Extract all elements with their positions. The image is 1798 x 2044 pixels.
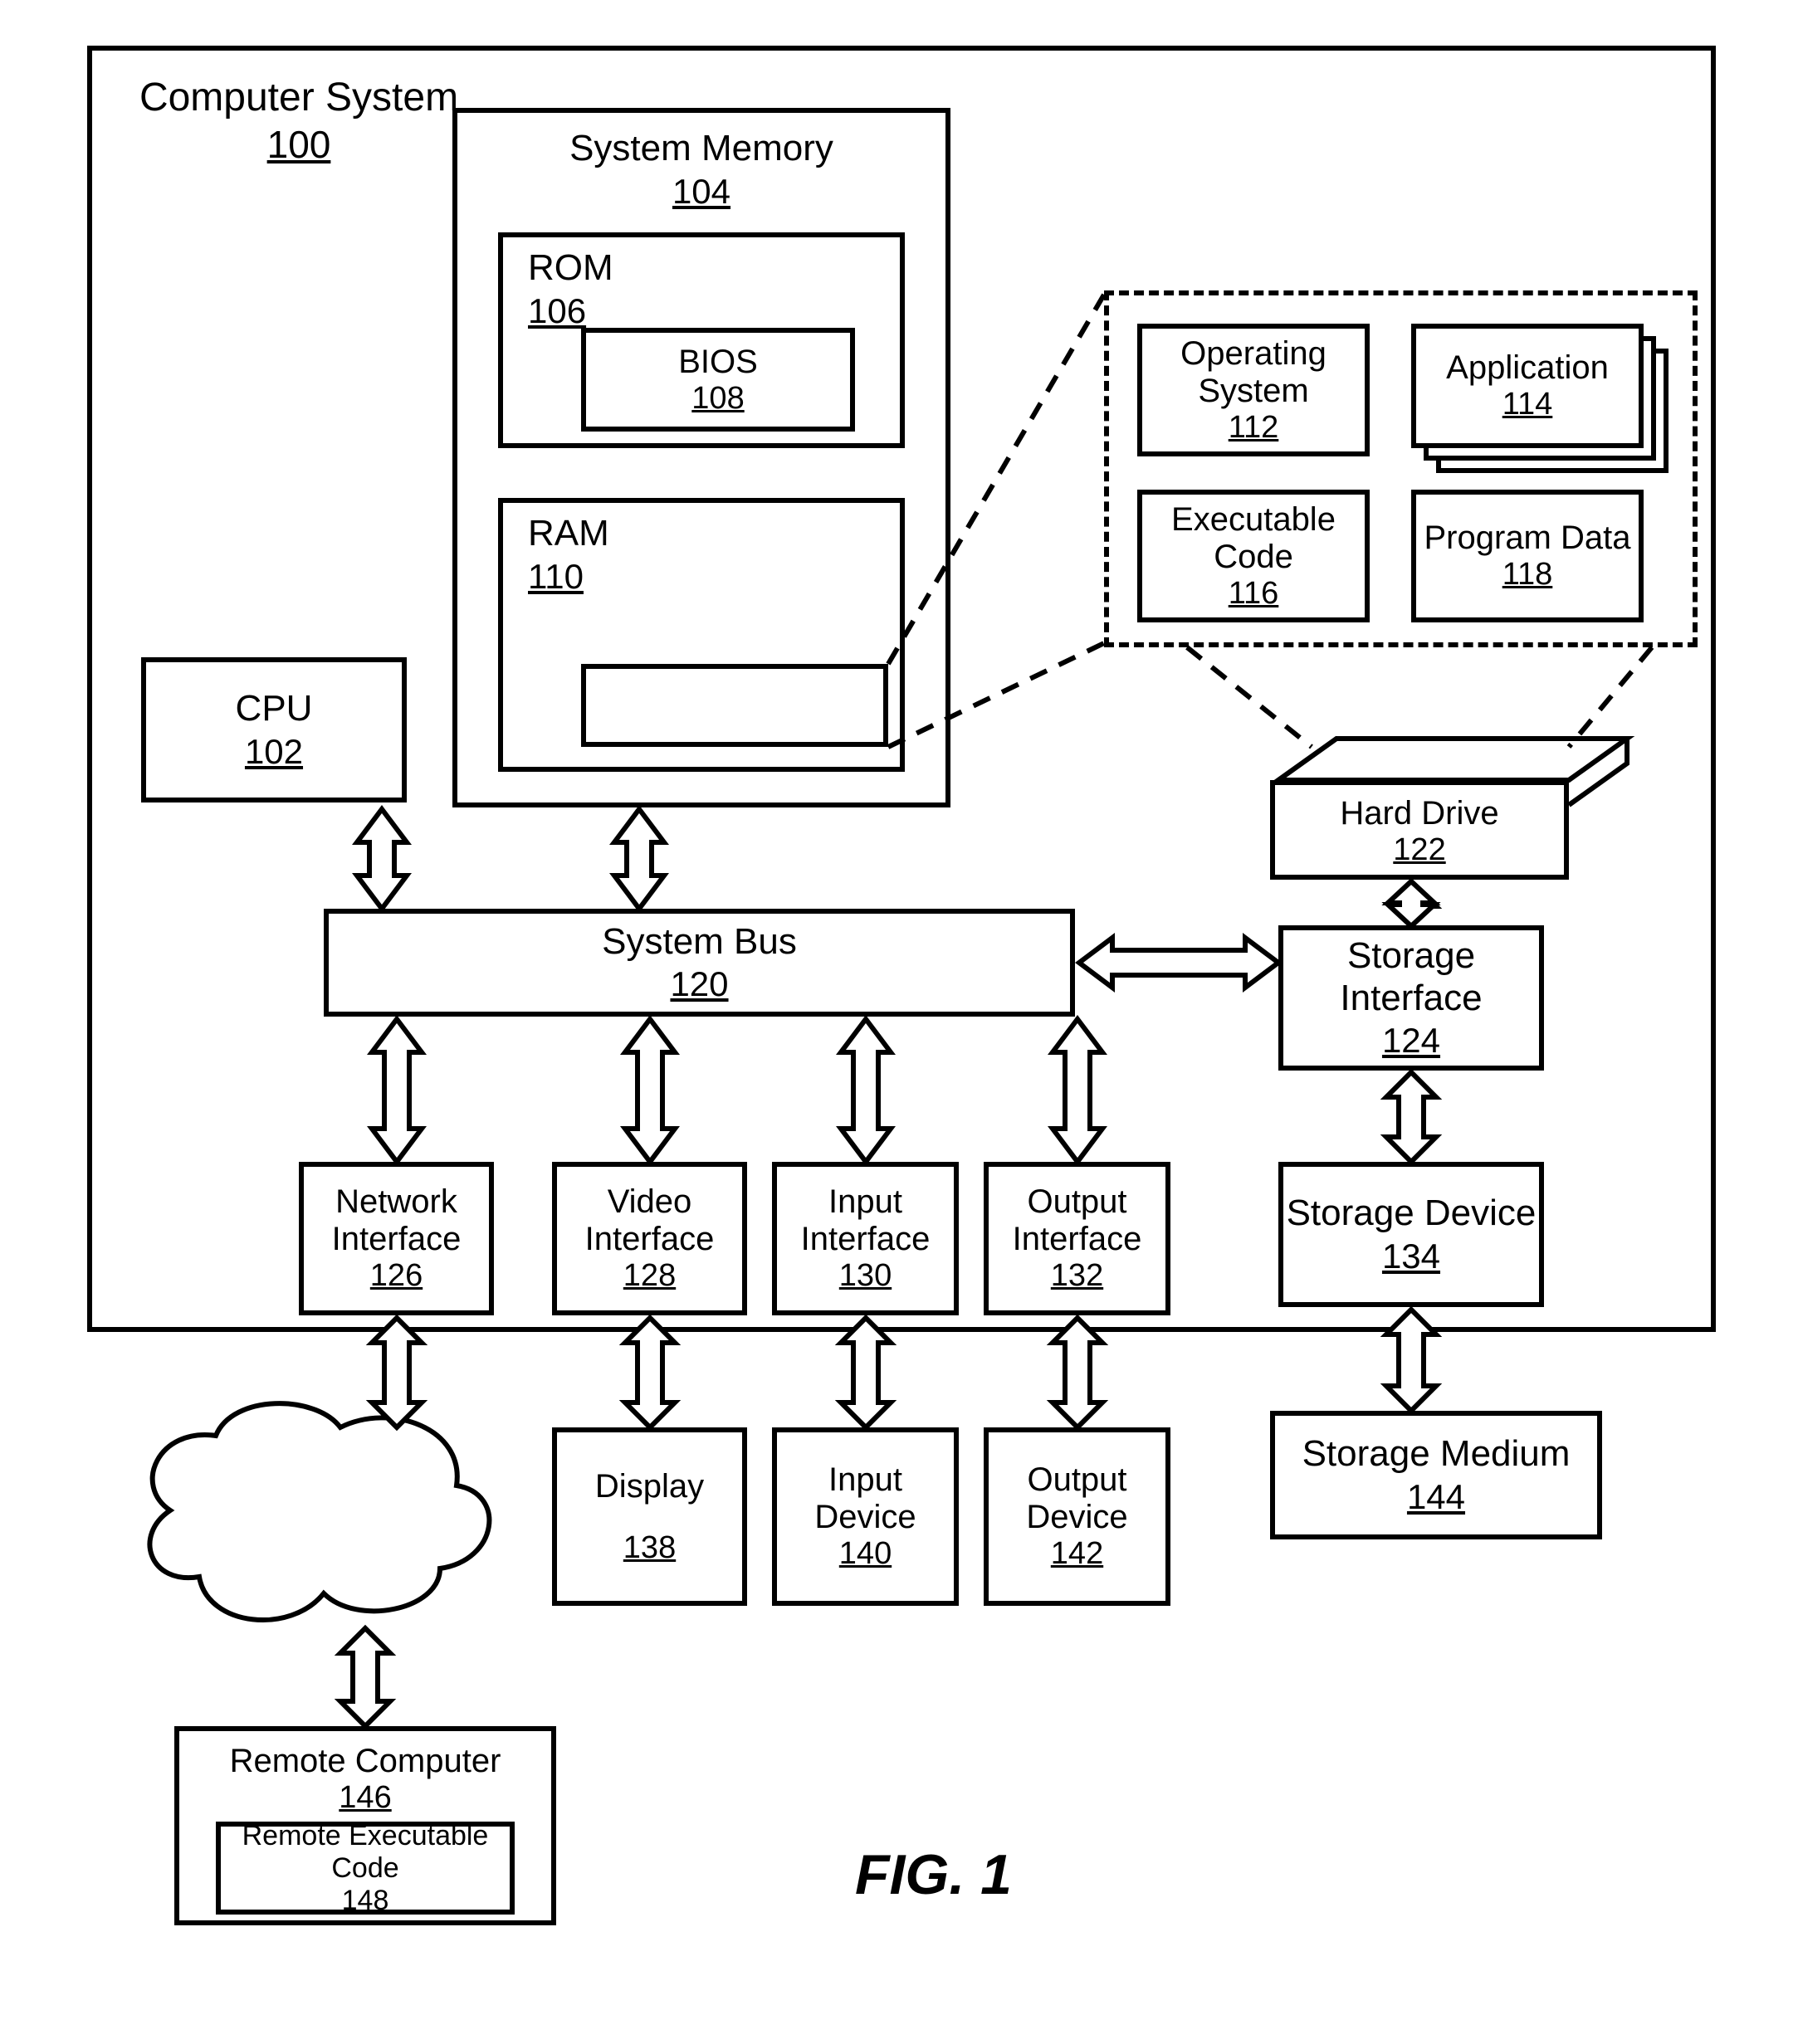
storage-medium-title: Storage Medium bbox=[1302, 1433, 1571, 1476]
system-bus-title: System Bus bbox=[602, 921, 797, 963]
output-interface-title: Output Interface bbox=[989, 1183, 1165, 1258]
ram-title: RAM bbox=[528, 513, 609, 555]
arrow-inif-indev bbox=[841, 1318, 891, 1427]
storage-interface-box: Storage Interface 124 bbox=[1278, 925, 1544, 1071]
rom-title: ROM bbox=[528, 247, 613, 290]
remote-exec-num: 148 bbox=[342, 1885, 389, 1917]
exec-num: 116 bbox=[1229, 576, 1279, 612]
cpu-title: CPU bbox=[236, 688, 313, 730]
network-interface-num: 126 bbox=[370, 1258, 423, 1294]
display-box: Display 138 bbox=[552, 1427, 747, 1606]
input-interface-num: 130 bbox=[839, 1258, 892, 1294]
input-device-title: Input Device bbox=[777, 1461, 954, 1536]
storage-device-num: 134 bbox=[1382, 1237, 1440, 1276]
video-interface-num: 128 bbox=[623, 1258, 676, 1294]
hard-drive-num: 122 bbox=[1393, 832, 1445, 868]
display-title: Display bbox=[595, 1468, 704, 1505]
bios-box: BIOS 108 bbox=[581, 328, 855, 432]
storage-device-box: Storage Device 134 bbox=[1278, 1162, 1544, 1307]
system-memory-num: 104 bbox=[672, 172, 730, 212]
arrow-network-remote bbox=[340, 1628, 390, 1726]
figure-label: FIG. 1 bbox=[855, 1842, 1012, 1907]
output-device-box: Output Device 142 bbox=[984, 1427, 1170, 1606]
system-memory-title: System Memory bbox=[569, 128, 833, 170]
input-interface-box: Input Interface 130 bbox=[772, 1162, 959, 1315]
arrow-vidif-display bbox=[625, 1318, 675, 1427]
exec-box: Executable Code 116 bbox=[1137, 490, 1370, 622]
display-num: 138 bbox=[623, 1530, 676, 1566]
os-title: Operating System bbox=[1142, 335, 1365, 410]
network-label: Network 136 bbox=[216, 1485, 432, 1569]
remote-exec-box: Remote Executable Code 148 bbox=[216, 1822, 515, 1915]
ram-num: 110 bbox=[528, 557, 584, 597]
arrow-netif-network bbox=[372, 1318, 422, 1427]
progdata-num: 118 bbox=[1502, 557, 1553, 593]
progdata-title: Program Data bbox=[1424, 520, 1631, 557]
app-box: Application 114 bbox=[1411, 324, 1644, 448]
storage-medium-box: Storage Medium 144 bbox=[1270, 1411, 1602, 1539]
storage-interface-title: Storage Interface bbox=[1283, 935, 1539, 1019]
input-device-box: Input Device 140 bbox=[772, 1427, 959, 1606]
network-num: 136 bbox=[216, 1529, 432, 1569]
hard-drive-box: Hard Drive 122 bbox=[1270, 780, 1569, 880]
progdata-box: Program Data 118 bbox=[1411, 490, 1644, 622]
input-device-num: 140 bbox=[839, 1536, 892, 1572]
computer-system-title: Computer System bbox=[133, 75, 465, 120]
storage-interface-num: 124 bbox=[1382, 1021, 1440, 1061]
system-bus-box: System Bus 120 bbox=[324, 909, 1075, 1017]
output-interface-num: 132 bbox=[1051, 1258, 1103, 1294]
video-interface-title: Video Interface bbox=[557, 1183, 742, 1258]
ram-slot-box bbox=[581, 664, 888, 747]
system-bus-num: 120 bbox=[670, 964, 728, 1004]
cpu-box: CPU 102 bbox=[141, 657, 407, 802]
remote-computer-num: 146 bbox=[339, 1780, 391, 1816]
cpu-num: 102 bbox=[245, 732, 303, 772]
output-device-num: 142 bbox=[1051, 1536, 1103, 1572]
remote-exec-title: Remote Executable Code bbox=[221, 1820, 510, 1885]
video-interface-box: Video Interface 128 bbox=[552, 1162, 747, 1315]
remote-computer-title: Remote Computer bbox=[230, 1743, 501, 1780]
input-interface-title: Input Interface bbox=[777, 1183, 954, 1258]
storage-medium-num: 144 bbox=[1407, 1477, 1465, 1517]
storage-device-title: Storage Device bbox=[1287, 1193, 1537, 1235]
exec-title: Executable Code bbox=[1142, 501, 1365, 576]
bios-num: 108 bbox=[691, 381, 744, 417]
app-num: 114 bbox=[1502, 387, 1553, 422]
computer-system-num: 100 bbox=[133, 122, 465, 167]
rom-num: 106 bbox=[528, 291, 586, 331]
network-title: Network bbox=[216, 1485, 432, 1528]
os-num: 112 bbox=[1229, 410, 1279, 446]
network-interface-box: Network Interface 126 bbox=[299, 1162, 494, 1315]
app-title: Application bbox=[1446, 349, 1609, 387]
output-device-title: Output Device bbox=[989, 1461, 1165, 1536]
output-interface-box: Output Interface 132 bbox=[984, 1162, 1170, 1315]
os-box: Operating System 112 bbox=[1137, 324, 1370, 456]
arrow-outif-outdev bbox=[1053, 1318, 1102, 1427]
computer-system-label: Computer System 100 bbox=[133, 75, 465, 167]
hard-drive-title: Hard Drive bbox=[1340, 795, 1498, 832]
network-interface-title: Network Interface bbox=[304, 1183, 489, 1258]
bios-title: BIOS bbox=[678, 344, 758, 381]
